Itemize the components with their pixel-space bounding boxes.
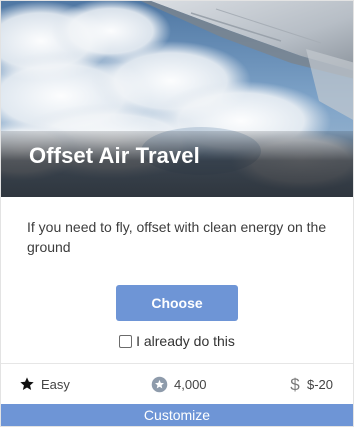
already-do-this-row: I already do this [1, 333, 353, 351]
star-icon [20, 377, 34, 390]
svg-text:$: $ [290, 375, 300, 393]
already-do-this-label: I already do this [136, 333, 235, 349]
difficulty-info: Easy [19, 376, 70, 392]
dollar-icon: $ [290, 375, 300, 393]
customize-button[interactable]: Customize [1, 404, 353, 426]
hero-image: Offset Air Travel [1, 1, 353, 197]
card-title: Offset Air Travel [29, 143, 200, 168]
cost-info: $ $-20 [289, 375, 333, 393]
card-description: If you need to fly, offset with clean en… [27, 219, 327, 255]
already-do-this-toggle[interactable]: I already do this [119, 333, 235, 349]
cost-label: $-20 [306, 376, 333, 392]
points-label: 4,000 [174, 376, 207, 392]
points-badge-icon [151, 376, 168, 392]
already-do-this-checkbox[interactable] [119, 334, 133, 348]
card-meta-row: Easy 4,000 $ $-20 [1, 363, 353, 404]
choose-container: Choose [1, 285, 353, 321]
difficulty-label: Easy [41, 376, 70, 392]
action-card: Offset Air Travel If you need to fly, of… [0, 0, 354, 427]
points-info: 4,000 [151, 376, 207, 393]
choose-button[interactable]: Choose [116, 285, 238, 321]
